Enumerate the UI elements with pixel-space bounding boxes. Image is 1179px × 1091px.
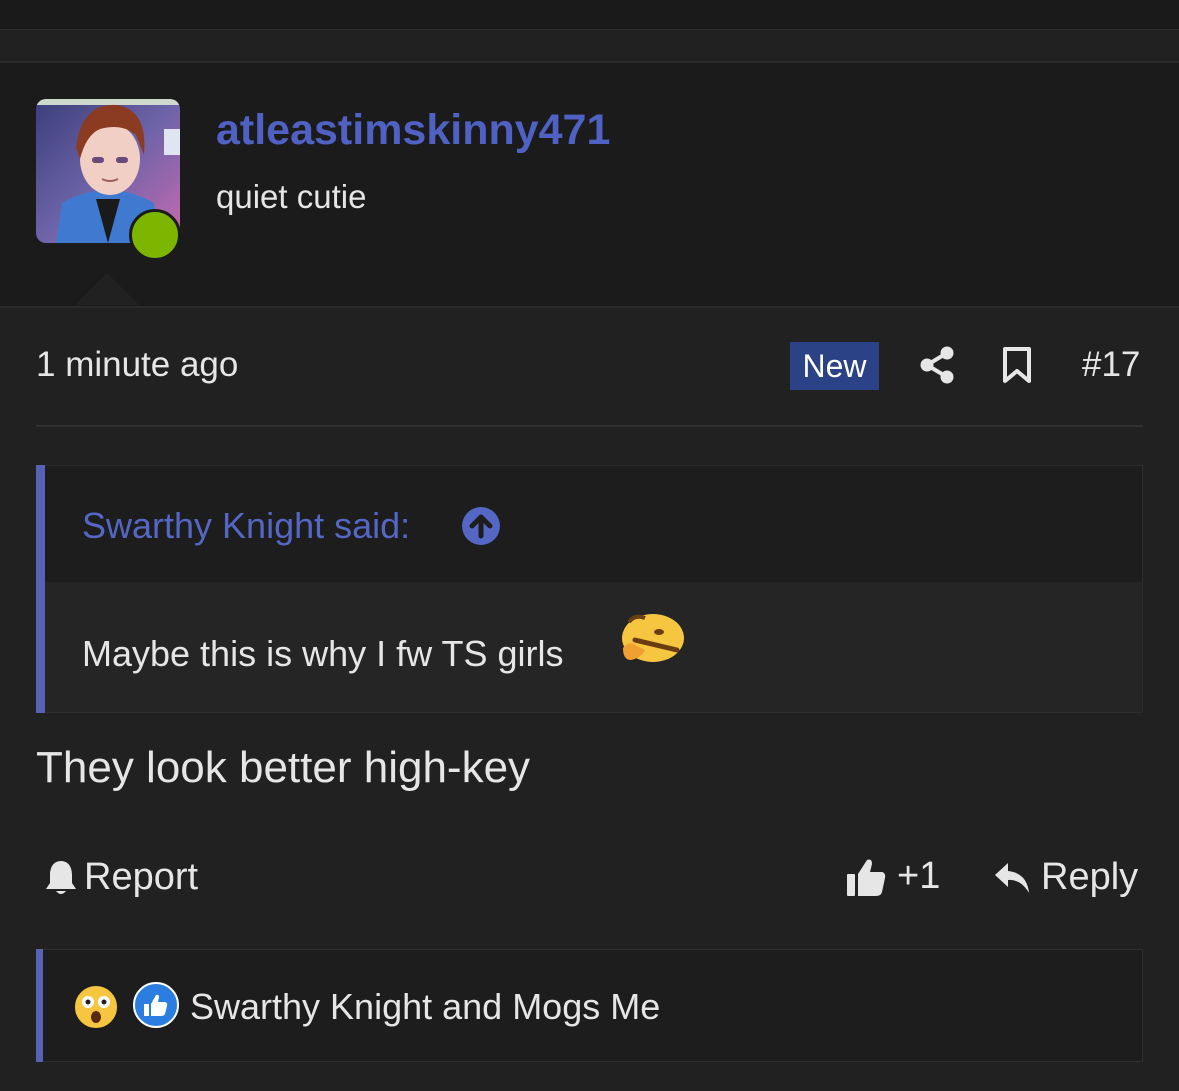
reply-label: Reply <box>1041 856 1139 898</box>
reactions-accent-bar <box>36 949 43 1062</box>
like-count: +1 <box>897 855 941 897</box>
like-button[interactable]: +1 <box>845 855 940 898</box>
arrow-up-circle-icon[interactable] <box>461 506 501 546</box>
bookmark-icon[interactable] <box>1001 346 1033 384</box>
report-label: Report <box>84 856 199 898</box>
like-reaction-icon[interactable] <box>133 982 179 1028</box>
author-user-title: quiet cutie <box>216 178 367 215</box>
author-pointer <box>75 273 139 305</box>
quote-author[interactable]: Swarthy Knight said: <box>82 505 410 547</box>
reply-button[interactable]: Reply <box>993 856 1138 899</box>
new-badge: New <box>790 342 879 390</box>
share-icon[interactable] <box>918 345 956 385</box>
quote-accent-bar <box>36 465 45 713</box>
thinking-emoji-icon <box>622 614 684 662</box>
quote-text: Maybe this is why I fw TS girls <box>82 633 564 674</box>
report-button[interactable]: Report <box>44 856 198 899</box>
post-date[interactable]: 1 minute ago <box>36 345 238 385</box>
bell-icon <box>46 860 76 894</box>
post-number-link[interactable]: #17 <box>1082 345 1140 385</box>
reply-arrow-icon <box>995 862 1029 893</box>
thumbs-up-icon <box>847 859 886 896</box>
reactions-text[interactable]: Swarthy Knight and Mogs Me <box>190 986 660 1028</box>
author-username[interactable]: atleastimskinny471 <box>216 106 610 155</box>
top-strip <box>0 0 1179 30</box>
post-header-divider <box>36 425 1143 427</box>
post-message: They look better high-key <box>36 743 531 792</box>
online-status-indicator <box>129 209 181 261</box>
wow-emoji-icon[interactable] <box>72 983 120 1031</box>
